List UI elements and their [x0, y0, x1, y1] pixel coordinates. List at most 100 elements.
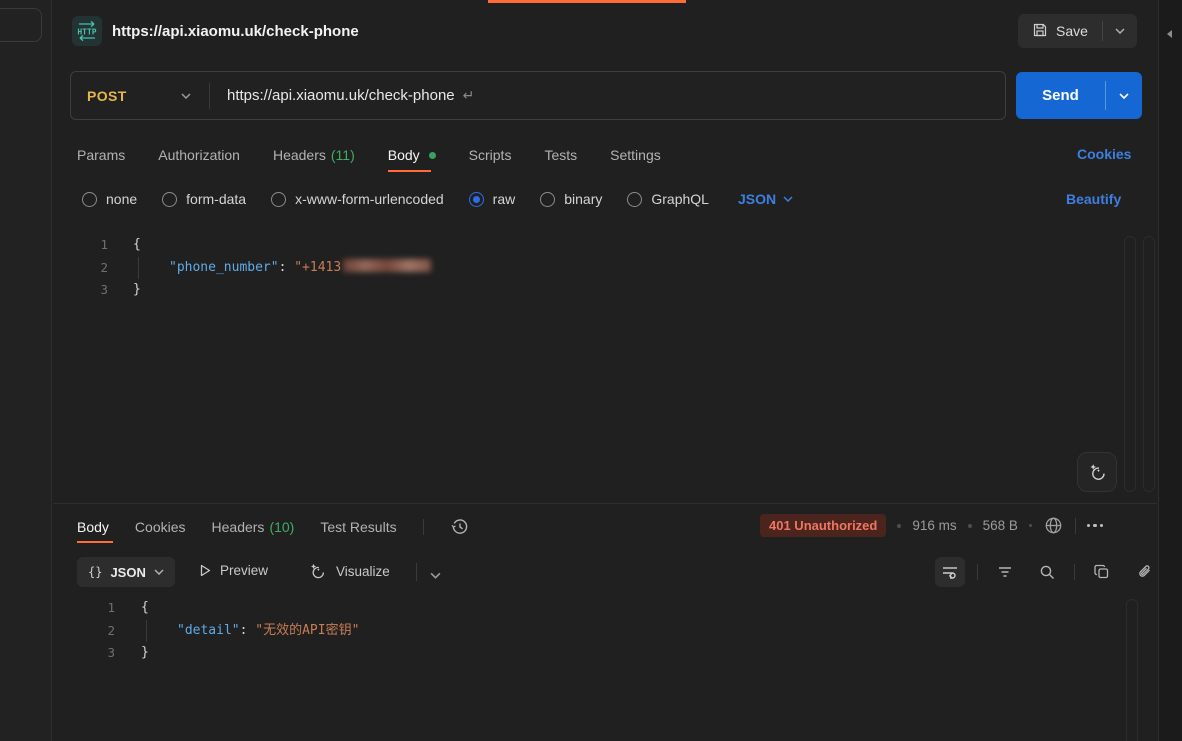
request-tab-bar: Params Authorization Headers(11) Body Sc…: [77, 138, 661, 172]
radio-icon: [540, 192, 555, 207]
visualize-button[interactable]: Visualize: [307, 561, 390, 581]
scrollbar-track[interactable]: [1126, 599, 1138, 741]
http-request-icon: HTTP: [72, 16, 102, 46]
method-label: POST: [87, 88, 127, 104]
history-clock-icon: [450, 517, 470, 537]
json-value: "无效的API密钥": [255, 623, 359, 638]
response-format-button[interactable]: {} JSON: [77, 557, 175, 587]
response-body-editor[interactable]: 1{ 2"detail": "无效的API密钥" 3}: [53, 597, 359, 665]
radio-icon: [627, 192, 642, 207]
globe-icon: [1043, 515, 1064, 536]
send-options-button[interactable]: [1106, 72, 1142, 119]
scrollbar-track[interactable]: [1124, 236, 1136, 492]
request-title: https://api.xiaomu.uk/check-phone: [112, 23, 359, 40]
wrap-text-button[interactable]: [935, 557, 965, 587]
chevron-down-icon: [154, 569, 164, 575]
tab-authorization[interactable]: Authorization: [158, 138, 240, 172]
code-line: {: [133, 234, 141, 257]
line-number: 1: [53, 234, 108, 257]
headers-count: (11): [331, 147, 355, 163]
divider: [1074, 564, 1075, 580]
radio-icon: [162, 192, 177, 207]
beautify-link[interactable]: Beautify: [1066, 191, 1121, 207]
json-key: "phone_number": [169, 260, 279, 275]
bodytype-option-raw[interactable]: raw: [469, 191, 516, 207]
play-icon: [200, 564, 211, 577]
bodytype-option-binary[interactable]: binary: [540, 191, 602, 207]
sparkle-circle-icon: [307, 561, 327, 581]
chevron-down-icon: [1119, 93, 1129, 99]
body-type-selector: none form-data x-www-form-urlencoded raw…: [82, 189, 793, 209]
cookies-link[interactable]: Cookies: [1077, 146, 1131, 162]
send-button[interactable]: Send: [1016, 72, 1142, 119]
braces-icon: {}: [88, 565, 102, 579]
tab-scripts[interactable]: Scripts: [469, 138, 512, 172]
svg-text:HTTP: HTTP: [77, 28, 96, 37]
response-layout-button[interactable]: [430, 566, 441, 584]
response-format-label: JSON: [110, 565, 145, 580]
radio-selected-icon: [469, 192, 484, 207]
url-bar: POST https://api.xiaomu.uk/check-phone ↵: [70, 71, 1006, 120]
chevron-down-icon: [181, 93, 191, 99]
bodytype-option-graphql[interactable]: GraphQL: [627, 191, 709, 207]
filter-button[interactable]: [990, 557, 1020, 587]
status-badge[interactable]: 401 Unauthorized: [760, 514, 886, 537]
indent-guide: [138, 257, 139, 279]
line-number: 2: [53, 620, 115, 643]
link-icon: [1135, 563, 1153, 581]
response-tab-test-results[interactable]: Test Results: [320, 511, 396, 543]
body-content-dot: [429, 152, 436, 159]
method-select[interactable]: POST: [71, 88, 209, 104]
postbot-button[interactable]: [1077, 452, 1117, 492]
bodytype-option-none[interactable]: none: [82, 191, 137, 207]
code-line: "detail": "无效的API密钥": [141, 620, 359, 643]
tab-body[interactable]: Body: [388, 138, 436, 172]
search-icon: [1038, 563, 1056, 581]
separator-dot: [897, 524, 901, 528]
redacted-phone-blur: [343, 259, 431, 272]
link-button[interactable]: [1129, 557, 1159, 587]
wrap-text-icon: [941, 563, 959, 581]
tab-tests[interactable]: Tests: [544, 138, 577, 172]
response-meta: 401 Unauthorized 916 ms 568 B: [760, 514, 1103, 537]
chevron-left-icon[interactable]: [1167, 30, 1172, 38]
radio-icon: [271, 192, 286, 207]
bodytype-option-form-data[interactable]: form-data: [162, 191, 246, 207]
raw-format-select[interactable]: JSON: [738, 191, 793, 207]
response-tab-headers[interactable]: Headers(10): [212, 511, 295, 543]
request-body-editor[interactable]: 1{ 2"phone_number": "+1413 3}: [53, 234, 431, 302]
line-number: 1: [53, 597, 115, 620]
json-value: "+1413: [294, 260, 341, 275]
more-options-button[interactable]: [1087, 524, 1104, 528]
save-icon: [1032, 22, 1048, 41]
separator-dot: [968, 524, 972, 528]
network-info-button[interactable]: [1043, 515, 1064, 536]
preview-button[interactable]: Preview: [200, 563, 268, 578]
response-time[interactable]: 916 ms: [912, 518, 956, 533]
tab-headers[interactable]: Headers(11): [273, 138, 355, 172]
response-size[interactable]: 568 B: [983, 518, 1018, 533]
right-panel-rail: [1158, 0, 1182, 741]
tab-params[interactable]: Params: [77, 138, 125, 172]
url-input[interactable]: https://api.xiaomu.uk/check-phone: [227, 87, 455, 104]
copy-icon: [1093, 563, 1111, 581]
line-number: 3: [53, 642, 115, 665]
bodytype-option-urlencoded[interactable]: x-www-form-urlencoded: [271, 191, 444, 207]
divider: [1075, 518, 1076, 534]
scrollbar-track[interactable]: [1143, 236, 1155, 492]
filter-icon: [996, 563, 1014, 581]
indent-guide: [146, 620, 147, 642]
chevron-down-icon: [430, 572, 441, 579]
response-tab-cookies[interactable]: Cookies: [135, 511, 186, 543]
response-tab-body[interactable]: Body: [77, 511, 109, 543]
tab-settings[interactable]: Settings: [610, 138, 661, 172]
code-line: "phone_number": "+1413: [133, 257, 431, 280]
save-button[interactable]: Save: [1018, 14, 1137, 48]
search-button[interactable]: [1032, 557, 1062, 587]
response-history-button[interactable]: [450, 517, 470, 537]
copy-button[interactable]: [1087, 557, 1117, 587]
sidebar-tab-stub[interactable]: [0, 8, 42, 42]
enter-key-hint: ↵: [463, 87, 475, 104]
divider: [977, 564, 978, 580]
save-options-button[interactable]: [1103, 14, 1137, 48]
